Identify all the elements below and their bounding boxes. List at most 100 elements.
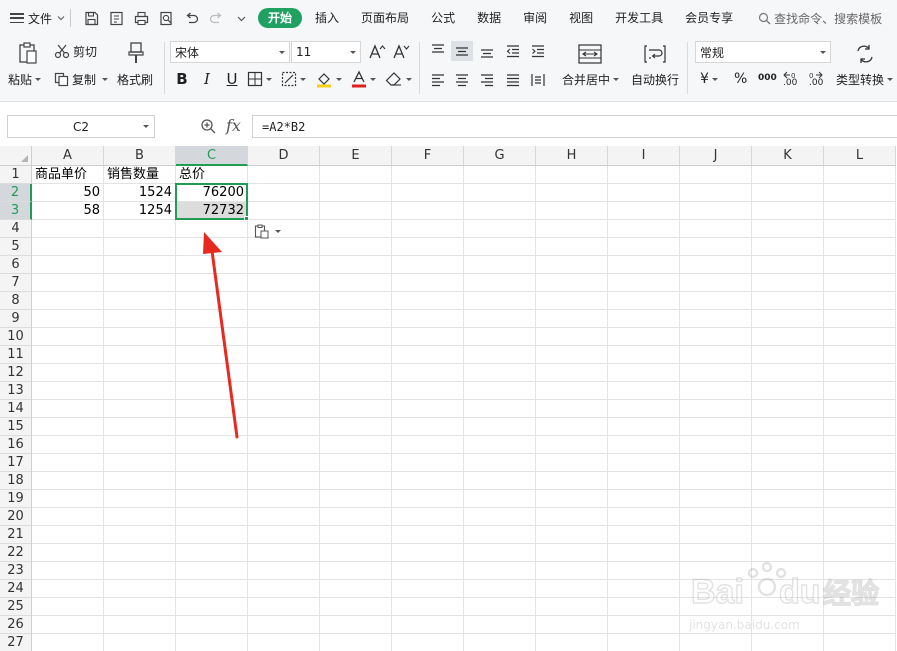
- column-header-b[interactable]: B: [104, 146, 176, 166]
- cell-d2[interactable]: [248, 184, 320, 202]
- column-header-k[interactable]: K: [752, 146, 824, 166]
- cell-h6[interactable]: [536, 256, 608, 274]
- cell-h25[interactable]: [536, 598, 608, 616]
- cell-f1[interactable]: [392, 166, 464, 184]
- cell-j14[interactable]: [680, 400, 752, 418]
- cell-g19[interactable]: [464, 490, 536, 508]
- cell-g24[interactable]: [464, 580, 536, 598]
- cell-c14[interactable]: [176, 400, 248, 418]
- customize-toolbar-icon[interactable]: [233, 10, 250, 27]
- cell-c23[interactable]: [176, 562, 248, 580]
- cell-e1[interactable]: [320, 166, 392, 184]
- cell-k4[interactable]: [752, 220, 824, 238]
- cell-a14[interactable]: [32, 400, 104, 418]
- paste-button[interactable]: 粘贴: [8, 70, 42, 88]
- align-bottom-button[interactable]: [477, 41, 497, 61]
- cell-i17[interactable]: [608, 454, 680, 472]
- cell-i5[interactable]: [608, 238, 680, 256]
- cell-e15[interactable]: [320, 418, 392, 436]
- row-header-24[interactable]: 24: [0, 580, 32, 598]
- cell-style-button[interactable]: [281, 68, 306, 90]
- decrease-decimal-button[interactable]: 0 .00: [809, 67, 823, 91]
- cell-k13[interactable]: [752, 382, 824, 400]
- cell-d15[interactable]: [248, 418, 320, 436]
- cell-a27[interactable]: [32, 634, 104, 651]
- cell-i23[interactable]: [608, 562, 680, 580]
- cell-c8[interactable]: [176, 292, 248, 310]
- cell-e24[interactable]: [320, 580, 392, 598]
- cell-i18[interactable]: [608, 472, 680, 490]
- cell-c17[interactable]: [176, 454, 248, 472]
- cell-d25[interactable]: [248, 598, 320, 616]
- underline-button[interactable]: U: [222, 68, 242, 90]
- cell-i20[interactable]: [608, 508, 680, 526]
- cell-a9[interactable]: [32, 310, 104, 328]
- cell-d8[interactable]: [248, 292, 320, 310]
- cell-f10[interactable]: [392, 328, 464, 346]
- tab-data[interactable]: 数据: [466, 8, 512, 28]
- cell-k16[interactable]: [752, 436, 824, 454]
- cell-b6[interactable]: [104, 256, 176, 274]
- cell-c15[interactable]: [176, 418, 248, 436]
- cell-g20[interactable]: [464, 508, 536, 526]
- cell-e5[interactable]: [320, 238, 392, 256]
- cell-a6[interactable]: [32, 256, 104, 274]
- wrap-text-icon-area[interactable]: [642, 42, 668, 66]
- cell-b17[interactable]: [104, 454, 176, 472]
- cell-i11[interactable]: [608, 346, 680, 364]
- cell-k23[interactable]: [752, 562, 824, 580]
- cell-k14[interactable]: [752, 400, 824, 418]
- cell-k27[interactable]: [752, 634, 824, 651]
- cell-b4[interactable]: [104, 220, 176, 238]
- cell-j20[interactable]: [680, 508, 752, 526]
- cell-f4[interactable]: [392, 220, 464, 238]
- cell-b2[interactable]: 1524: [104, 184, 176, 202]
- merge-center-icon-area[interactable]: [576, 42, 604, 66]
- cell-b11[interactable]: [104, 346, 176, 364]
- cell-a23[interactable]: [32, 562, 104, 580]
- cell-j21[interactable]: [680, 526, 752, 544]
- cell-h19[interactable]: [536, 490, 608, 508]
- cell-k19[interactable]: [752, 490, 824, 508]
- cell-j7[interactable]: [680, 274, 752, 292]
- borders-button[interactable]: [247, 68, 272, 90]
- paste-button-icon-area[interactable]: [14, 40, 42, 66]
- cell-f3[interactable]: [392, 202, 464, 220]
- cell-l13[interactable]: [824, 382, 896, 400]
- cell-i3[interactable]: [608, 202, 680, 220]
- cell-k25[interactable]: [752, 598, 824, 616]
- cell-i25[interactable]: [608, 598, 680, 616]
- cell-k22[interactable]: [752, 544, 824, 562]
- cell-l23[interactable]: [824, 562, 896, 580]
- cell-c16[interactable]: [176, 436, 248, 454]
- column-header-i[interactable]: I: [608, 146, 680, 166]
- cell-e9[interactable]: [320, 310, 392, 328]
- cell-a2[interactable]: 50: [32, 184, 104, 202]
- row-header-15[interactable]: 15: [0, 418, 32, 436]
- select-all-corner[interactable]: [0, 146, 32, 166]
- row-header-13[interactable]: 13: [0, 382, 32, 400]
- command-search[interactable]: 查找命令、搜索模板: [758, 10, 882, 27]
- cell-f6[interactable]: [392, 256, 464, 274]
- cell-k21[interactable]: [752, 526, 824, 544]
- increase-indent-button[interactable]: [528, 41, 548, 61]
- cell-e17[interactable]: [320, 454, 392, 472]
- zoom-icon[interactable]: [200, 118, 217, 135]
- cell-d24[interactable]: [248, 580, 320, 598]
- cell-j1[interactable]: [680, 166, 752, 184]
- cell-d27[interactable]: [248, 634, 320, 651]
- cell-d22[interactable]: [248, 544, 320, 562]
- cell-i21[interactable]: [608, 526, 680, 544]
- cell-f24[interactable]: [392, 580, 464, 598]
- cell-a16[interactable]: [32, 436, 104, 454]
- cell-a13[interactable]: [32, 382, 104, 400]
- cell-g25[interactable]: [464, 598, 536, 616]
- tab-view[interactable]: 视图: [558, 8, 604, 28]
- cell-h22[interactable]: [536, 544, 608, 562]
- increase-decimal-button[interactable]: 0 .00: [783, 67, 797, 91]
- cell-g21[interactable]: [464, 526, 536, 544]
- row-header-19[interactable]: 19: [0, 490, 32, 508]
- cell-d13[interactable]: [248, 382, 320, 400]
- cell-h9[interactable]: [536, 310, 608, 328]
- cell-l7[interactable]: [824, 274, 896, 292]
